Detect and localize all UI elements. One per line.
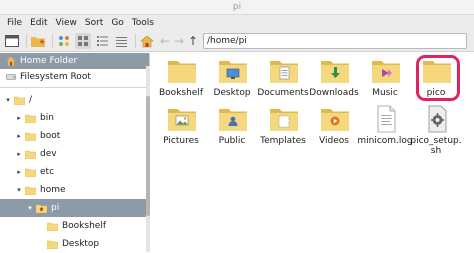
collapsed-arrow-icon[interactable]: ▸ <box>13 132 25 140</box>
sidebar: Home Folder Filesystem Root ▾ / ▸ bin ▸ boot ▸ d… <box>0 53 150 252</box>
drive-icon <box>6 72 16 82</box>
thumbnail-view-button[interactable] <box>75 33 91 49</box>
tree-item-label: Desktop <box>62 239 100 249</box>
menu-tools[interactable]: Tools <box>128 18 158 28</box>
tree-item-boot[interactable]: ▸ boot <box>0 127 149 145</box>
place-home-folder[interactable]: Home Folder <box>0 53 149 69</box>
tree-item-label: home <box>40 185 66 195</box>
place-filesystem-root[interactable]: Filesystem Root <box>0 69 149 85</box>
tree-item-label: / <box>29 95 33 105</box>
window-title: pi <box>232 2 242 12</box>
home-folder-icon <box>35 204 48 213</box>
new-folder-icon <box>31 37 45 47</box>
toolbar-separator <box>135 34 136 48</box>
icon-view-icon <box>58 35 69 46</box>
tree-item-bin[interactable]: ▸ bin <box>0 109 149 127</box>
templates-folder-icon <box>269 105 298 133</box>
path-input[interactable]: /home/pi <box>203 33 467 49</box>
downloads-folder-icon <box>320 57 349 85</box>
home-icon <box>140 35 154 47</box>
folder-icon <box>24 150 37 159</box>
place-label: Home Folder <box>20 56 78 66</box>
menu-bar: File Edit View Sort Go Tools <box>0 15 474 31</box>
tree-item-home[interactable]: ▾ home <box>0 181 149 199</box>
folder-icon <box>167 57 196 85</box>
collapsed-arrow-icon[interactable]: ▸ <box>13 114 25 122</box>
icon-view-button[interactable] <box>56 33 72 49</box>
menu-file[interactable]: File <box>3 18 26 28</box>
compact-view-icon <box>96 35 108 46</box>
window-titlebar: pi <box>0 0 474 15</box>
tree-item-label: dev <box>40 149 57 159</box>
thumbnail-view-icon <box>77 35 88 46</box>
toolbar-separator <box>52 34 53 48</box>
menu-sort[interactable]: Sort <box>81 18 107 28</box>
folder-icon <box>24 132 37 141</box>
tree-item-root[interactable]: ▾ / <box>0 91 149 109</box>
videos-folder-icon <box>320 105 349 133</box>
sidebar-scrollbar[interactable] <box>146 66 150 252</box>
up-arrow-icon[interactable]: ↑ <box>186 34 200 48</box>
file-view: Bookshelf Desktop Documents Downloads Music p… <box>155 53 474 252</box>
tree-item-label: pi <box>51 203 60 213</box>
tree-item-pi[interactable]: ▾ pi <box>0 199 149 217</box>
music-folder-icon <box>371 57 400 85</box>
home-icon <box>6 56 16 66</box>
text-file-icon <box>371 105 399 133</box>
folder-icon <box>46 240 59 249</box>
tree-item-label: etc <box>40 167 55 177</box>
compact-view-button[interactable] <box>94 33 110 49</box>
documents-folder-icon <box>269 57 298 85</box>
public-folder-icon <box>218 105 247 133</box>
file-name-label: pico <box>426 88 446 98</box>
folder-icon <box>24 114 37 123</box>
folder-icon <box>13 96 26 105</box>
expanded-arrow-icon[interactable]: ▾ <box>13 186 25 194</box>
collapsed-arrow-icon[interactable]: ▸ <box>13 168 25 176</box>
new-window-icon <box>5 35 19 47</box>
toolbar: ← → ↑ /home/pi <box>0 31 474 52</box>
file-name-label: pico_setup. sh <box>410 136 462 156</box>
list-view-button[interactable] <box>113 33 129 49</box>
tree-item-etc[interactable]: ▸ etc <box>0 163 149 181</box>
tree-item-label: bin <box>40 113 54 123</box>
new-folder-button[interactable] <box>30 33 46 49</box>
menu-view[interactable]: View <box>52 18 81 28</box>
scrollbar-thumb[interactable] <box>146 96 150 216</box>
tree-item-dev[interactable]: ▸ dev <box>0 145 149 163</box>
home-button[interactable] <box>139 33 155 49</box>
folder-icon <box>24 168 37 177</box>
tree-item-desktop[interactable]: Desktop <box>0 235 149 253</box>
menu-edit[interactable]: Edit <box>26 18 51 28</box>
toolbar-separator <box>26 34 27 48</box>
directory-tree: ▾ / ▸ bin ▸ boot ▸ dev ▸ etc ▾ home ▾ pi Bookshelf Desk… <box>0 91 149 253</box>
file-item-pico[interactable]: pico <box>406 57 466 98</box>
back-arrow-icon[interactable]: ← <box>158 34 172 48</box>
forward-arrow-icon[interactable]: → <box>172 34 186 48</box>
file-item-pico-setup-sh[interactable]: pico_setup. sh <box>406 105 466 156</box>
menu-go[interactable]: Go <box>107 18 127 28</box>
tree-item-label: boot <box>40 131 61 141</box>
sidebar-divider <box>0 87 149 88</box>
expanded-arrow-icon[interactable]: ▾ <box>24 204 36 212</box>
new-window-button[interactable] <box>4 33 20 49</box>
place-label: Filesystem Root <box>20 72 91 82</box>
expanded-arrow-icon[interactable]: ▾ <box>2 96 14 104</box>
collapsed-arrow-icon[interactable]: ▸ <box>13 150 25 158</box>
places-list: Home Folder Filesystem Root <box>0 53 149 85</box>
tree-item-label: Bookshelf <box>62 221 106 231</box>
folder-icon <box>422 57 451 85</box>
folder-icon <box>46 222 59 231</box>
script-file-icon <box>422 105 450 133</box>
pictures-folder-icon <box>167 105 196 133</box>
list-view-icon <box>115 36 127 47</box>
folder-icon <box>24 186 37 195</box>
tree-item-bookshelf[interactable]: Bookshelf <box>0 217 149 235</box>
desktop-folder-icon <box>218 57 247 85</box>
